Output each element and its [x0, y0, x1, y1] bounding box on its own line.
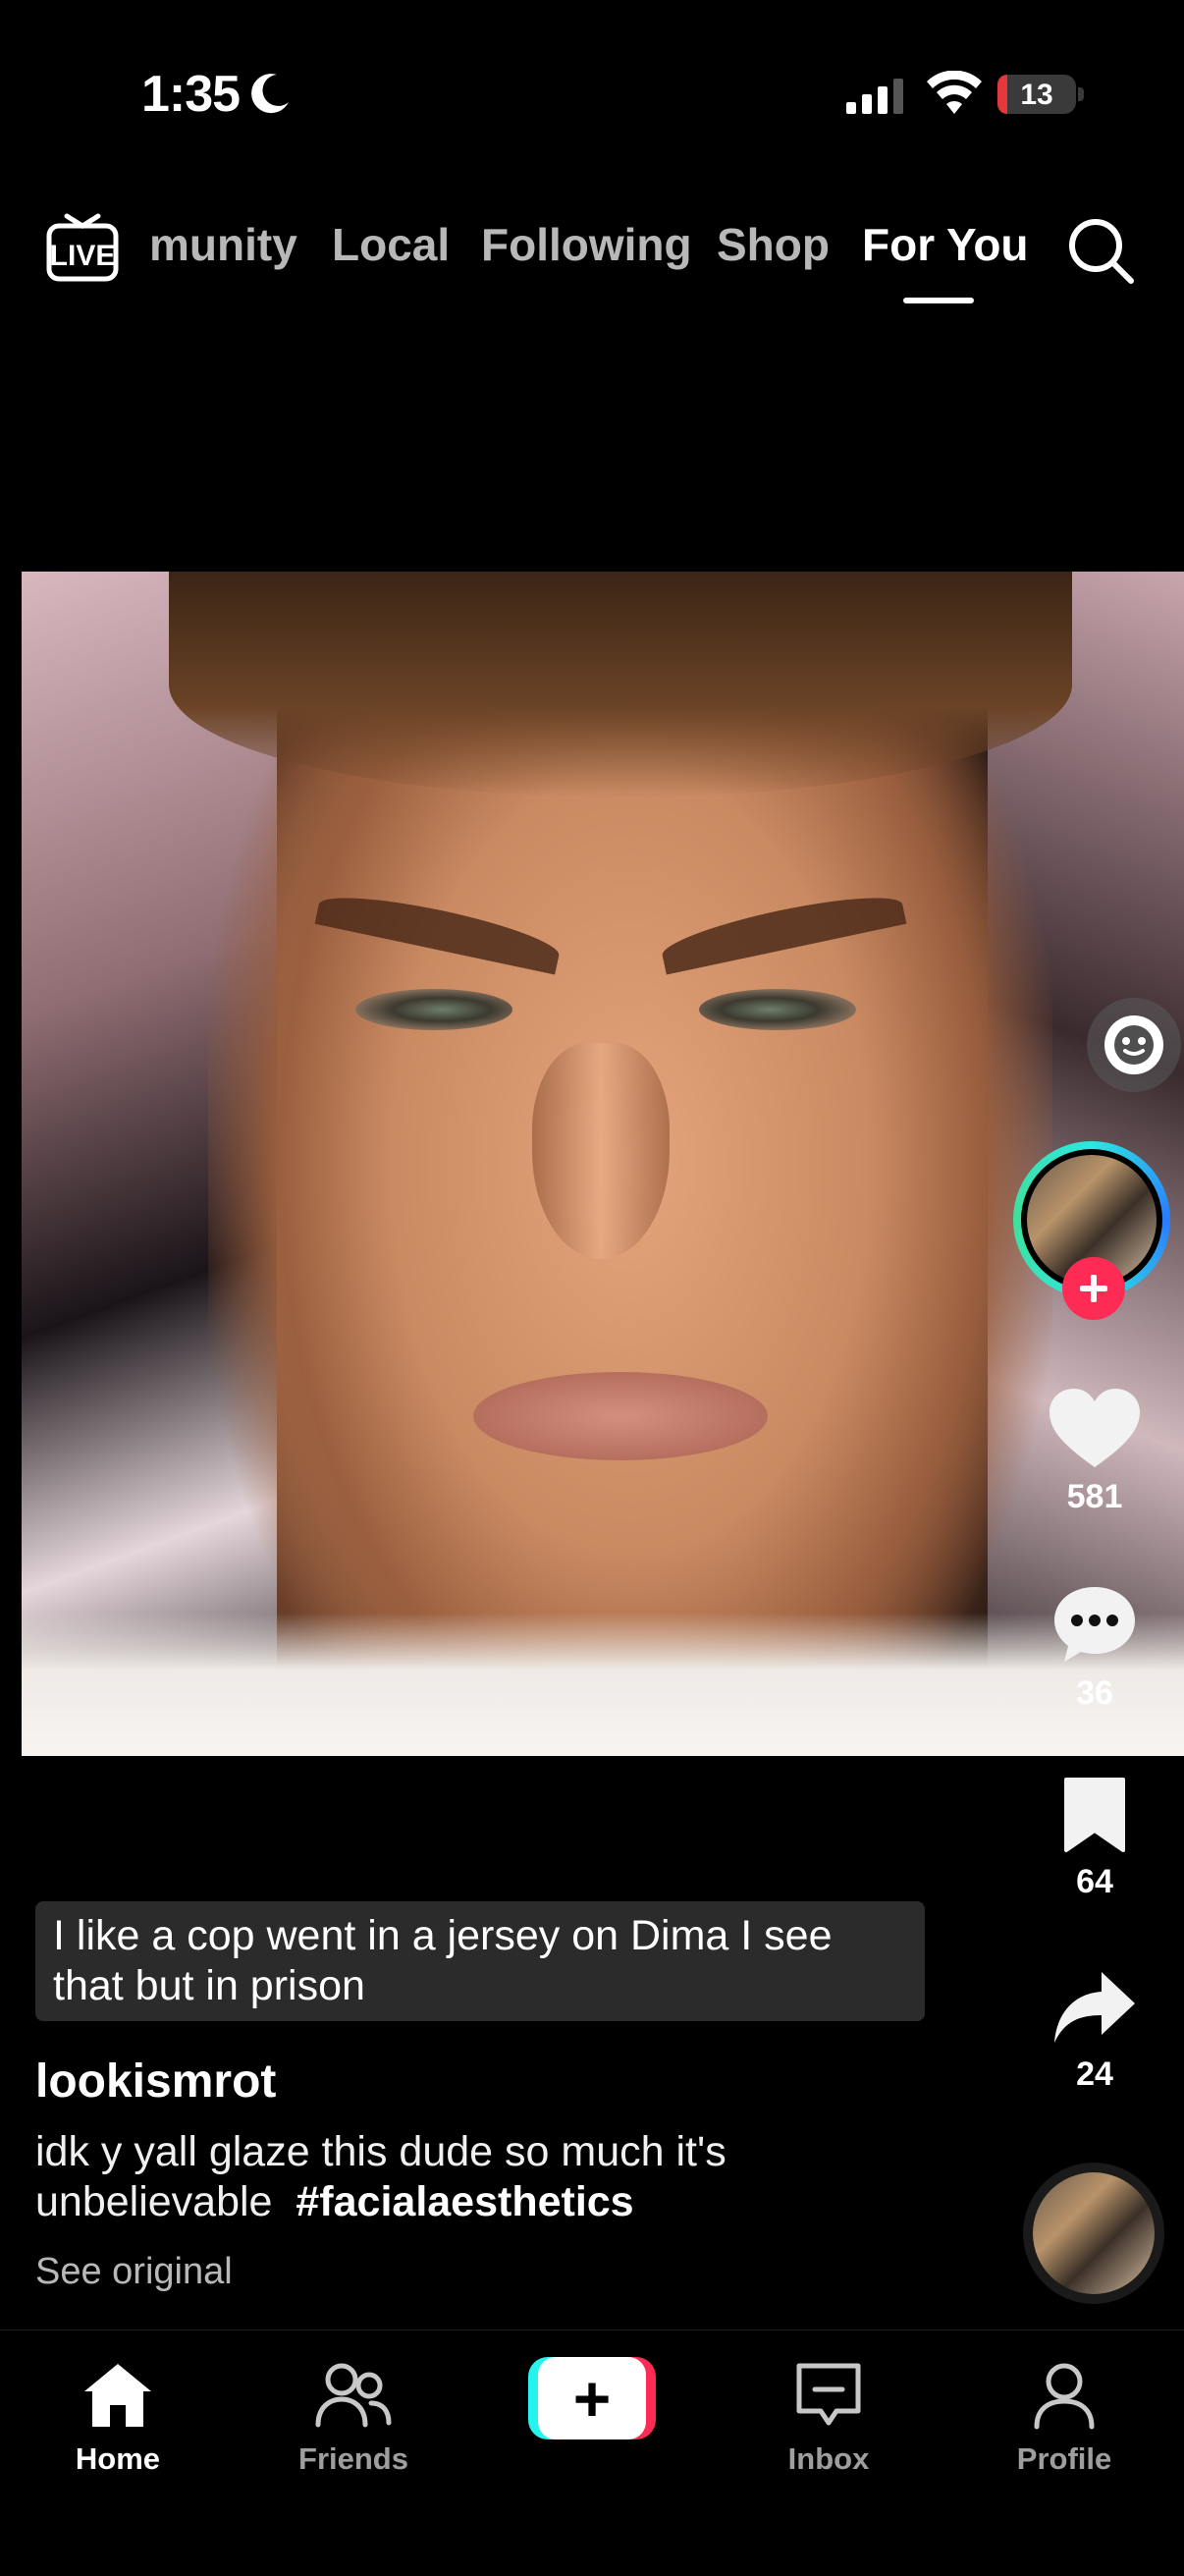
comment-button[interactable]: 36: [1031, 1583, 1158, 1713]
friends-icon: [315, 2363, 392, 2428]
nav-friends[interactable]: Friends: [245, 2360, 461, 2477]
tab-community[interactable]: munity: [149, 218, 297, 271]
live-label: LIVE: [50, 240, 116, 272]
comment-count: 36: [1076, 1674, 1113, 1712]
profile-icon: [1034, 2363, 1095, 2430]
post-description: idk y yall glaze this dude so much it's …: [35, 2127, 958, 2227]
inbox-icon: [796, 2363, 861, 2426]
share-count: 24: [1076, 2055, 1113, 2093]
nav-profile-label: Profile: [1016, 2441, 1112, 2476]
effect-icon[interactable]: [1060, 994, 1184, 1141]
moon-icon: [251, 74, 289, 114]
home-icon: [84, 2364, 151, 2427]
video-lips: [473, 1372, 768, 1460]
top-tabs: munity Local Following Shop For You: [149, 218, 1033, 277]
nav-inbox-label: Inbox: [787, 2441, 870, 2476]
comment-icon: [1054, 1587, 1135, 1662]
like-count: 581: [1066, 1478, 1123, 1515]
video-hair: [169, 572, 1072, 797]
plus-icon: +: [572, 2362, 612, 2435]
battery-icon: 13: [997, 75, 1076, 114]
live-icon[interactable]: LIVE: [45, 210, 120, 285]
tab-for-you[interactable]: For You: [862, 218, 1029, 271]
tab-following[interactable]: Following: [481, 218, 692, 271]
battery-tip: [1078, 87, 1084, 101]
follow-plus-button[interactable]: [1062, 1257, 1125, 1320]
nav-profile[interactable]: Profile: [956, 2360, 1172, 2477]
bookmark-icon: [1064, 1778, 1125, 1852]
nav-home[interactable]: Home: [10, 2360, 226, 2477]
comment-preview[interactable]: I like a cop went in a jersey on Dima I …: [35, 1901, 925, 2021]
battery-level: 13: [1020, 79, 1053, 111]
see-original-link[interactable]: See original: [35, 2251, 233, 2293]
status-time: 1:35: [141, 66, 241, 123]
hashtag-link[interactable]: #facialaesthetics: [296, 2178, 633, 2225]
active-tab-indicator: [903, 298, 974, 303]
comment-preview-text: I like a cop went in a jersey on Dima I …: [53, 1912, 833, 2009]
nav-home-label: Home: [75, 2441, 161, 2476]
video-shirt: [22, 1613, 1184, 1756]
video-eye-left: [355, 989, 512, 1030]
nav-inbox[interactable]: Inbox: [721, 2360, 937, 2477]
signal-icon: [846, 79, 903, 114]
search-icon[interactable]: [1066, 216, 1137, 287]
share-icon: [1054, 1972, 1135, 2043]
bookmark-count: 64: [1076, 1863, 1113, 1900]
video-player[interactable]: [22, 572, 1184, 1756]
create-button[interactable]: +: [528, 2357, 656, 2439]
like-button[interactable]: 581: [1031, 1387, 1158, 1516]
nav-friends-label: Friends: [298, 2441, 408, 2476]
video-nose: [532, 1043, 670, 1259]
video-eye-right: [699, 989, 856, 1030]
creator-username[interactable]: lookismrot: [35, 2055, 276, 2109]
tab-shop[interactable]: Shop: [717, 218, 830, 271]
wifi-icon: [927, 71, 982, 114]
heart-icon: [1049, 1389, 1140, 1467]
bookmark-button[interactable]: 64: [1031, 1776, 1158, 1901]
tab-local[interactable]: Local: [332, 218, 450, 271]
sound-disc[interactable]: [1033, 2172, 1155, 2294]
share-button[interactable]: 24: [1031, 1968, 1158, 2094]
